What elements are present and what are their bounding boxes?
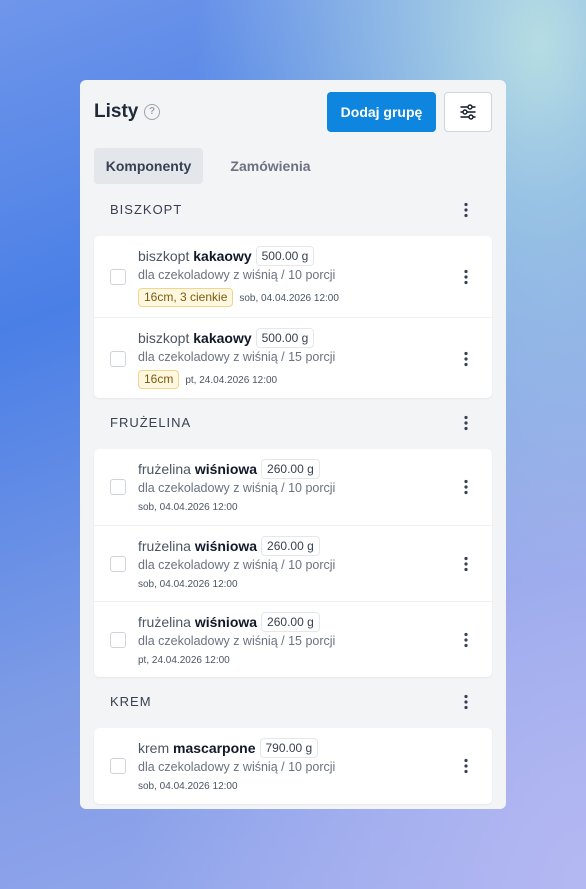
- item-title: frużelina wiśniowa 260.00 g: [138, 612, 320, 632]
- weight-badge: 500.00 g: [255, 246, 315, 266]
- item-checkbox[interactable]: [110, 556, 126, 572]
- item-name-prefix: frużelina: [138, 538, 191, 554]
- item-checkbox[interactable]: [110, 351, 126, 367]
- help-icon[interactable]: ?: [144, 104, 160, 120]
- section-card: krem mascarpone 790.00 g dla czekoladowy z…: [94, 728, 492, 804]
- weight-badge: 790.00 g: [259, 738, 319, 758]
- item-subtitle: dla czekoladowy z wiśnią / 10 porcji: [138, 558, 336, 572]
- more-vertical-icon: [464, 269, 468, 285]
- section-header: KREM: [94, 686, 492, 718]
- more-vertical-icon: [464, 415, 468, 431]
- section-title: FRUŻELINA: [110, 415, 192, 430]
- tab-zamowienia[interactable]: Zamówienia: [218, 148, 323, 184]
- item-name-prefix: krem: [138, 740, 170, 756]
- item-subtitle: dla czekoladowy z wiśnią / 10 porcji: [138, 268, 336, 282]
- item-checkbox[interactable]: [110, 758, 126, 774]
- tab-komponenty[interactable]: Komponenty: [94, 148, 203, 184]
- list-item[interactable]: krem mascarpone 790.00 g dla czekoladowy z…: [94, 728, 492, 804]
- list-item[interactable]: biszkopt kakaowy 500.00 g dla czekoladowy …: [94, 317, 492, 399]
- more-vertical-icon: [464, 202, 468, 218]
- item-subtitle: dla czekoladowy z wiśnią / 10 porcji: [138, 760, 336, 774]
- item-title: frużelina wiśniowa 260.00 g: [138, 536, 320, 556]
- filter-button[interactable]: [444, 92, 492, 132]
- more-vertical-icon: [464, 479, 468, 495]
- section-menu-button[interactable]: [456, 200, 476, 220]
- item-menu-button[interactable]: [456, 267, 476, 287]
- item-date: sob, 04.04.2026 12:00: [239, 293, 339, 304]
- section-title: BISZKOPT: [110, 202, 183, 217]
- item-name-prefix: biszkopt: [138, 248, 190, 264]
- section-header: BISZKOPT: [94, 194, 492, 226]
- sliders-icon: [460, 104, 476, 120]
- item-name-variant: wiśniowa: [194, 538, 258, 554]
- item-date: pt, 24.04.2026 12:00: [138, 655, 230, 666]
- item-title: biszkopt kakaowy 500.00 g: [138, 328, 315, 348]
- size-tag: 16cm, 3 cienkie: [138, 288, 234, 307]
- item-menu-button[interactable]: [456, 756, 476, 776]
- add-group-button[interactable]: Dodaj grupę: [327, 92, 436, 132]
- item-checkbox[interactable]: [110, 632, 126, 648]
- item-name-variant: kakaowy: [193, 248, 252, 264]
- section-menu-button[interactable]: [456, 413, 476, 433]
- item-name-variant: wiśniowa: [194, 614, 258, 630]
- item-title: krem mascarpone 790.00 g: [138, 738, 319, 758]
- more-vertical-icon: [464, 351, 468, 367]
- section-card: frużelina wiśniowa 260.00 g dla czekoladow…: [94, 449, 492, 677]
- item-name-variant: kakaowy: [193, 330, 252, 346]
- list-item[interactable]: frużelina wiśniowa 260.00 g dla czekoladow…: [94, 601, 492, 678]
- size-tag: 16cm: [138, 370, 180, 389]
- item-date: sob, 04.04.2026 12:00: [138, 781, 238, 792]
- item-menu-button[interactable]: [456, 349, 476, 369]
- item-subtitle: dla czekoladowy z wiśnią / 15 porcji: [138, 350, 336, 364]
- item-subtitle: dla czekoladowy z wiśnią / 15 porcji: [138, 634, 336, 648]
- item-date: pt, 24.04.2026 12:00: [185, 375, 278, 386]
- item-meta: 16cm, 3 cienkie sob, 04.04.2026 12:00: [138, 288, 339, 307]
- item-name-prefix: frużelina: [138, 614, 191, 630]
- weight-badge: 260.00 g: [261, 612, 320, 632]
- item-name-prefix: frużelina: [138, 461, 191, 477]
- section-menu-button[interactable]: [456, 692, 476, 712]
- weight-badge: 500.00 g: [255, 328, 315, 348]
- more-vertical-icon: [464, 758, 468, 774]
- item-date: sob, 04.04.2026 12:00: [138, 502, 238, 513]
- item-menu-button[interactable]: [456, 477, 476, 497]
- item-date: sob, 04.04.2026 12:00: [138, 579, 238, 590]
- more-vertical-icon: [464, 556, 468, 572]
- page-title: Listy: [94, 101, 139, 122]
- item-name-prefix: biszkopt: [138, 330, 190, 346]
- item-title: frużelina wiśniowa 260.00 g: [138, 459, 320, 479]
- more-vertical-icon: [464, 694, 468, 710]
- lists-panel: Listy ? Dodaj grupę Komponenty Zamówieni…: [80, 80, 506, 809]
- more-vertical-icon: [464, 632, 468, 648]
- list-item[interactable]: frużelina wiśniowa 260.00 g dla czekoladow…: [94, 525, 492, 602]
- item-name-variant: mascarpone: [173, 740, 256, 756]
- item-menu-button[interactable]: [456, 554, 476, 574]
- list-item[interactable]: biszkopt kakaowy 500.00 g dla czekoladowy …: [94, 236, 492, 317]
- item-title: biszkopt kakaowy 500.00 g: [138, 246, 315, 266]
- item-checkbox[interactable]: [110, 269, 126, 285]
- item-meta: 16cm pt, 24.04.2026 12:00: [138, 370, 277, 389]
- section-header: FRUŻELINA: [94, 407, 492, 439]
- item-menu-button[interactable]: [456, 630, 476, 650]
- item-name-variant: wiśniowa: [194, 461, 258, 477]
- item-checkbox[interactable]: [110, 479, 126, 495]
- section-title: KREM: [110, 694, 152, 709]
- weight-badge: 260.00 g: [261, 459, 320, 479]
- list-item[interactable]: frużelina wiśniowa 260.00 g dla czekoladow…: [94, 449, 492, 525]
- weight-badge: 260.00 g: [261, 536, 320, 556]
- section-card: biszkopt kakaowy 500.00 g dla czekoladowy …: [94, 236, 492, 398]
- item-subtitle: dla czekoladowy z wiśnią / 10 porcji: [138, 481, 336, 495]
- panel-header: Listy ? Dodaj grupę: [80, 80, 506, 144]
